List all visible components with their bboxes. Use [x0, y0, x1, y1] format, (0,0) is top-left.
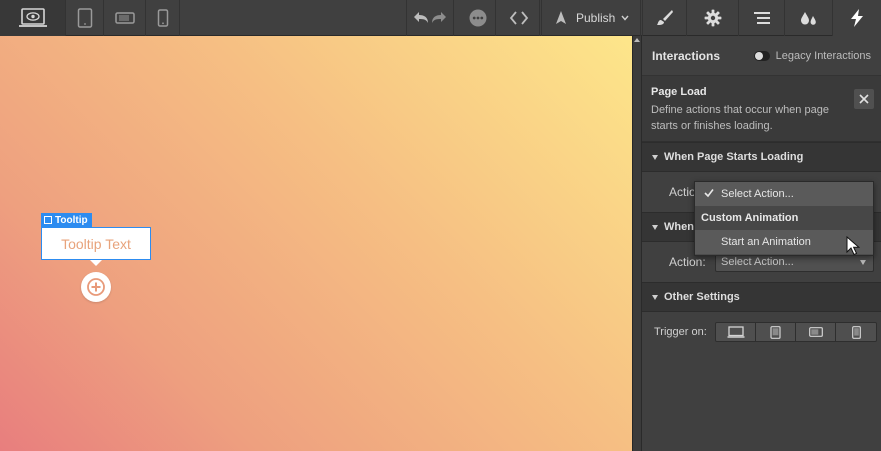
trigger-device-group	[715, 322, 877, 342]
mobile-landscape-icon	[808, 327, 823, 337]
page-load-title: Page Load	[651, 86, 707, 98]
canvas-scrollbar[interactable]	[632, 36, 641, 451]
triangle-down-icon	[652, 154, 658, 160]
dropdown-item-select-action[interactable]: Select Action...	[695, 182, 873, 206]
legacy-label: Legacy Interactions	[775, 49, 871, 62]
undo-redo-group	[406, 0, 454, 36]
comments-button[interactable]	[460, 0, 496, 36]
element-label-text: Tooltip	[55, 214, 88, 226]
gear-icon	[704, 9, 721, 27]
panel-header: Interactions Legacy Interactions	[642, 36, 881, 76]
mouse-pointer-icon	[846, 236, 860, 256]
dropdown-group-label: Custom Animation	[701, 212, 799, 224]
drops-icon	[800, 12, 816, 25]
desktop-icon	[727, 326, 744, 338]
section-title: When Page Starts Loading	[664, 151, 804, 163]
navigator-list-icon	[753, 12, 770, 24]
page-load-block: Page Load Define actions that occur when…	[642, 76, 881, 142]
caret-down-icon	[860, 260, 866, 265]
redo-icon[interactable]	[430, 11, 448, 25]
triangle-down-icon	[652, 294, 658, 300]
section-page-starts-loading[interactable]: When Page Starts Loading	[642, 142, 881, 172]
style-panel-tab[interactable]	[642, 0, 687, 36]
tooltip-arrow	[90, 260, 102, 266]
chevron-down-icon	[621, 15, 629, 21]
dropdown-item-label: Select Action...	[721, 188, 794, 200]
trigger-label: Trigger on:	[654, 326, 707, 338]
trigger-desktop-button[interactable]	[716, 323, 756, 341]
dropdown-item-label: Start an Animation	[721, 236, 811, 248]
trigger-mobile-portrait-button[interactable]	[836, 323, 876, 341]
select-value: Select Action...	[721, 256, 794, 268]
add-element-button[interactable]	[81, 272, 111, 302]
swatches-panel-tab[interactable]	[785, 0, 833, 36]
element-box-icon	[44, 216, 52, 224]
code-export-button[interactable]	[498, 0, 540, 36]
tablet-view-button[interactable]	[66, 0, 104, 36]
dropdown-group-custom-animation: Custom Animation	[695, 206, 873, 230]
publish-button[interactable]: Publish	[541, 0, 641, 36]
checkmark-icon	[704, 189, 714, 198]
trigger-row: Trigger on:	[642, 312, 881, 352]
trigger-tablet-button[interactable]	[756, 323, 796, 341]
settings-panel-tab[interactable]	[687, 0, 739, 36]
publish-label: Publish	[576, 11, 616, 25]
brush-icon	[656, 10, 673, 25]
action-label: Action:	[669, 255, 706, 269]
section-title: Other Settings	[664, 291, 740, 303]
tablet-icon	[77, 8, 92, 28]
more-dots-icon	[469, 9, 486, 27]
code-brackets-icon	[509, 11, 528, 25]
page-load-description: Define actions that occur when page star…	[651, 104, 829, 132]
tooltip-element[interactable]: Tooltip Text	[41, 227, 151, 260]
toggle-switch[interactable]	[753, 50, 770, 61]
interactions-panel-tab[interactable]	[833, 0, 881, 36]
mobile-portrait-view-button[interactable]	[146, 0, 180, 36]
plus-icon	[87, 278, 105, 296]
panel-title: Interactions	[652, 48, 721, 63]
trigger-mobile-landscape-button[interactable]	[796, 323, 836, 341]
top-toolbar: Publish	[0, 0, 881, 36]
lightning-icon	[851, 9, 863, 27]
section-other-settings[interactable]: Other Settings	[642, 282, 881, 312]
desktop-view-button[interactable]	[0, 0, 66, 36]
close-button[interactable]	[854, 89, 874, 109]
section-title: When	[664, 221, 694, 233]
mobile-portrait-icon	[851, 325, 861, 339]
triangle-down-icon	[652, 224, 658, 230]
close-icon	[859, 94, 869, 104]
legacy-interactions-toggle[interactable]: Legacy Interactions	[753, 49, 871, 62]
selected-element-label[interactable]: Tooltip	[41, 213, 92, 227]
designer-app: Publish Tooltip Tooltip Text Interaction…	[0, 0, 881, 451]
mobile-landscape-icon	[114, 12, 135, 24]
tablet-icon	[770, 325, 781, 339]
mobile-landscape-view-button[interactable]	[104, 0, 146, 36]
navigator-panel-tab[interactable]	[739, 0, 785, 36]
rocket-icon	[556, 11, 566, 24]
undo-icon[interactable]	[412, 11, 430, 25]
scroll-up-arrow-icon[interactable]	[634, 38, 640, 42]
mobile-portrait-icon	[157, 9, 168, 27]
desktop-eye-icon	[18, 8, 47, 27]
tooltip-text: Tooltip Text	[61, 235, 131, 252]
